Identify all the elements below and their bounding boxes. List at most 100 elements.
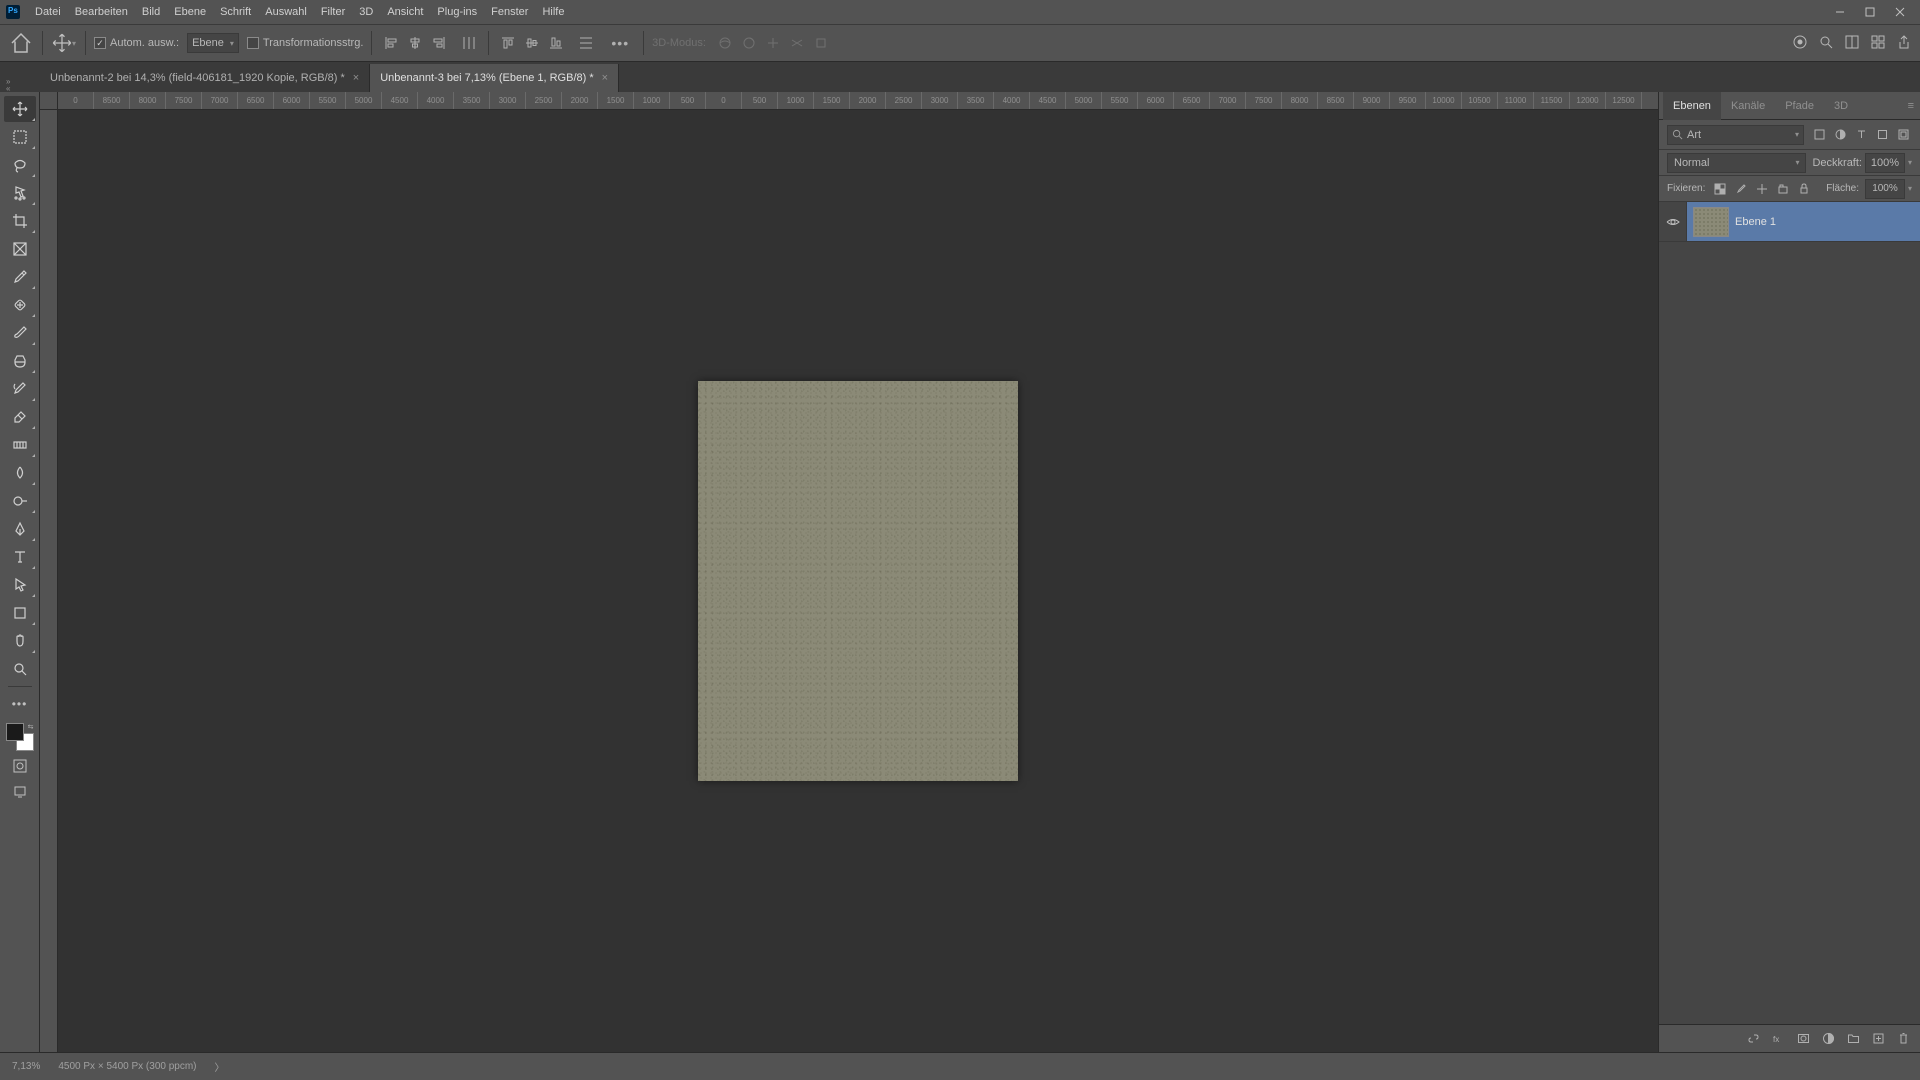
foreground-color-swatch[interactable] <box>6 723 24 741</box>
close-tab-icon[interactable]: × <box>353 72 359 84</box>
new-group-icon[interactable] <box>1842 1028 1864 1050</box>
zoom-tool[interactable] <box>4 656 36 682</box>
document-tab[interactable]: Unbenannt-3 bei 7,13% (Ebene 1, RGB/8) *… <box>370 64 619 92</box>
vertical-ruler[interactable] <box>40 110 58 1052</box>
pen-tool[interactable] <box>4 516 36 542</box>
swap-colors-icon[interactable]: ⇆ <box>28 723 34 731</box>
menu-bild[interactable]: Bild <box>135 0 167 24</box>
filter-shape-icon[interactable] <box>1873 126 1891 144</box>
search-icon[interactable] <box>1818 34 1834 53</box>
layer-mask-icon[interactable] <box>1792 1028 1814 1050</box>
align-vcenter-button[interactable] <box>521 32 543 54</box>
align-top-button[interactable] <box>497 32 519 54</box>
zoom-level[interactable]: 7,13% <box>12 1061 40 1072</box>
dodge-tool[interactable] <box>4 488 36 514</box>
filter-type-icon[interactable] <box>1852 126 1870 144</box>
align-right-button[interactable] <box>428 32 450 54</box>
hand-tool[interactable] <box>4 628 36 654</box>
screen-mode-button[interactable] <box>6 781 34 803</box>
adjustment-layer-icon[interactable] <box>1817 1028 1839 1050</box>
type-tool[interactable] <box>4 544 36 570</box>
auto-select-target-dropdown[interactable]: Ebene ▾ <box>187 33 239 53</box>
horizontal-ruler[interactable]: 0 8500 8000 7500 7000 6500 6000 5500 500… <box>58 92 1658 110</box>
color-swatches[interactable]: ⇆ <box>6 723 34 751</box>
canvas-content[interactable] <box>698 381 1018 781</box>
frame-tool[interactable] <box>4 236 36 262</box>
menu-ebene[interactable]: Ebene <box>167 0 213 24</box>
move-tool-preset-icon[interactable]: ▾ <box>51 30 77 56</box>
clone-stamp-tool[interactable] <box>4 348 36 374</box>
menu-datei[interactable]: Datei <box>28 0 68 24</box>
auto-select-checkbox[interactable]: Autom. ausw.: <box>94 37 179 49</box>
delete-layer-icon[interactable] <box>1892 1028 1914 1050</box>
menu-auswahl[interactable]: Auswahl <box>258 0 314 24</box>
align-more-button[interactable]: ••• <box>605 35 635 51</box>
layer-fx-icon[interactable]: fx <box>1767 1028 1789 1050</box>
tab-scroll-arrows[interactable]: »« <box>6 78 10 92</box>
layer-row[interactable]: Ebene 1 <box>1659 202 1920 242</box>
move-tool[interactable] <box>4 96 36 122</box>
gradient-tool[interactable] <box>4 432 36 458</box>
new-layer-icon[interactable] <box>1867 1028 1889 1050</box>
lock-nesting-icon[interactable] <box>1774 180 1792 198</box>
panel-tab-kanaele[interactable]: Kanäle <box>1721 92 1775 120</box>
filter-smart-icon[interactable] <box>1894 126 1912 144</box>
path-select-tool[interactable] <box>4 572 36 598</box>
arrange-docs-icon[interactable] <box>1844 34 1860 53</box>
align-bottom-button[interactable] <box>545 32 567 54</box>
menu-ansicht[interactable]: Ansicht <box>380 0 430 24</box>
brush-tool[interactable] <box>4 320 36 346</box>
minimize-button[interactable] <box>1826 2 1854 22</box>
quick-mask-button[interactable] <box>6 755 34 777</box>
lock-position-icon[interactable] <box>1753 180 1771 198</box>
lock-all-icon[interactable] <box>1795 180 1813 198</box>
layer-visibility-toggle[interactable] <box>1659 202 1687 241</box>
distribute-h-button[interactable] <box>458 32 480 54</box>
align-left-button[interactable] <box>380 32 402 54</box>
panel-tab-3d[interactable]: 3D <box>1824 92 1858 120</box>
home-button[interactable] <box>8 30 34 56</box>
document-viewport[interactable] <box>58 110 1658 1052</box>
close-tab-icon[interactable]: × <box>602 72 608 84</box>
panel-tab-pfade[interactable]: Pfade <box>1775 92 1824 120</box>
menu-fenster[interactable]: Fenster <box>484 0 535 24</box>
lasso-tool[interactable] <box>4 152 36 178</box>
maximize-button[interactable] <box>1856 2 1884 22</box>
cloud-doc-icon[interactable] <box>1792 34 1808 53</box>
eraser-tool[interactable] <box>4 404 36 430</box>
opacity-input[interactable]: 100% <box>1865 153 1905 173</box>
layer-filter-dropdown[interactable]: Art ▾ <box>1667 125 1804 145</box>
history-brush-tool[interactable] <box>4 376 36 402</box>
filter-pixel-icon[interactable] <box>1810 126 1828 144</box>
fill-input[interactable]: 100% <box>1865 179 1905 199</box>
layer-thumbnail[interactable] <box>1693 207 1729 237</box>
panel-menu-button[interactable]: ≡ <box>1902 100 1920 112</box>
crop-tool[interactable] <box>4 208 36 234</box>
chevron-down-icon[interactable]: ▾ <box>1908 158 1912 167</box>
share-icon[interactable] <box>1896 34 1912 53</box>
menu-3d[interactable]: 3D <box>352 0 380 24</box>
shape-tool[interactable] <box>4 600 36 626</box>
close-button[interactable] <box>1886 2 1914 22</box>
menu-filter[interactable]: Filter <box>314 0 352 24</box>
panel-tab-ebenen[interactable]: Ebenen <box>1663 92 1721 120</box>
quick-select-tool[interactable] <box>4 180 36 206</box>
document-dimensions[interactable]: 4500 Px × 5400 Px (300 ppcm) <box>58 1061 196 1072</box>
menu-bearbeiten[interactable]: Bearbeiten <box>68 0 135 24</box>
ruler-origin[interactable] <box>40 92 58 110</box>
menu-schrift[interactable]: Schrift <box>213 0 258 24</box>
lock-paint-icon[interactable] <box>1732 180 1750 198</box>
align-hcenter-button[interactable] <box>404 32 426 54</box>
marquee-tool[interactable] <box>4 124 36 150</box>
status-flyout-arrow-icon[interactable]: 〉 <box>215 1059 225 1074</box>
workspace-switcher-icon[interactable] <box>1870 34 1886 53</box>
chevron-down-icon[interactable]: ▾ <box>1908 184 1912 193</box>
menu-plugins[interactable]: Plug-ins <box>430 0 484 24</box>
edit-toolbar-button[interactable]: ••• <box>4 691 36 717</box>
distribute-v-button[interactable] <box>575 32 597 54</box>
document-tab[interactable]: Unbenannt-2 bei 14,3% (field-406181_1920… <box>40 64 370 92</box>
blur-tool[interactable] <box>4 460 36 486</box>
menu-hilfe[interactable]: Hilfe <box>535 0 571 24</box>
filter-adjust-icon[interactable] <box>1831 126 1849 144</box>
healing-brush-tool[interactable] <box>4 292 36 318</box>
